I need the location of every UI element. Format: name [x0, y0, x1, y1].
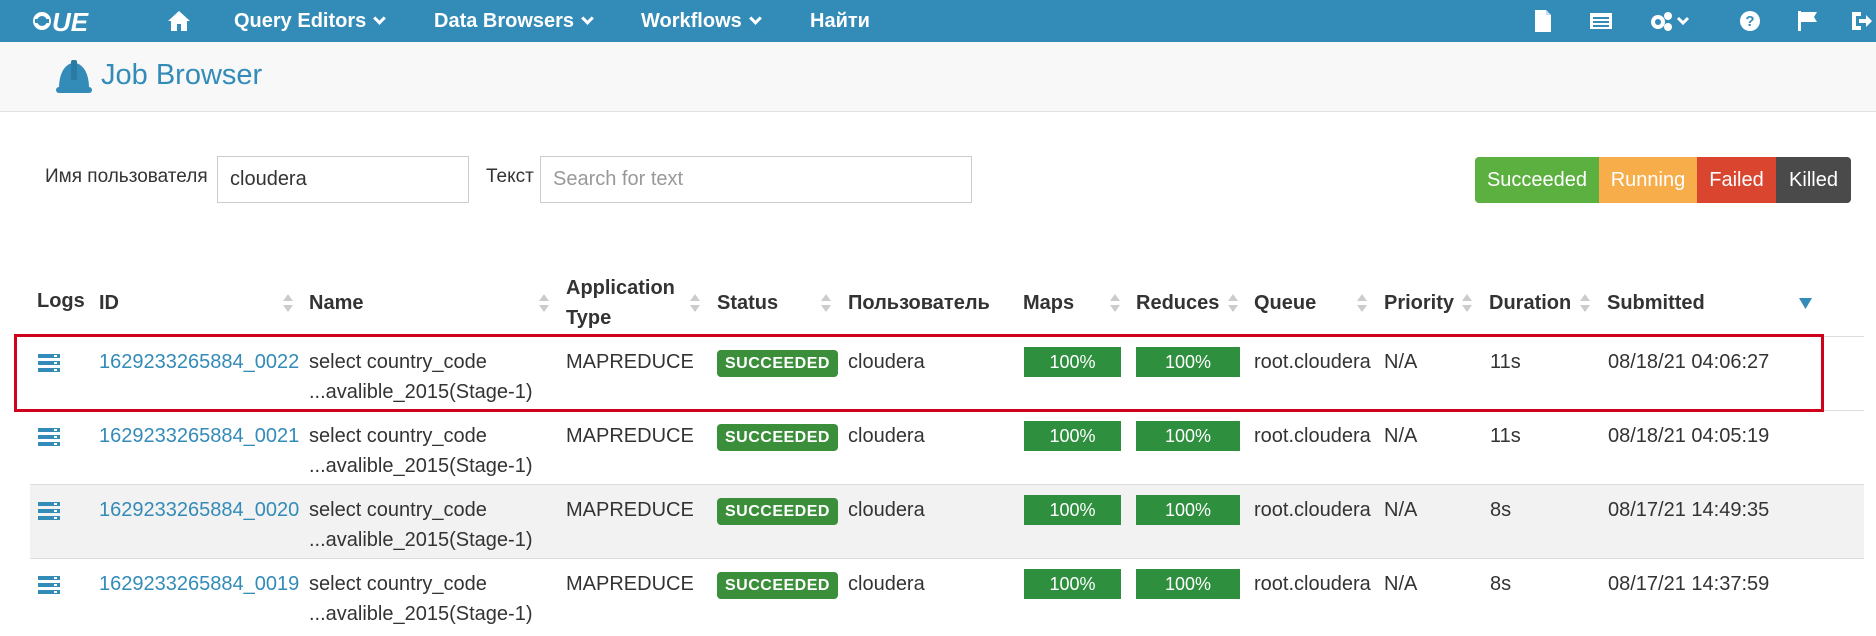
- column-header-status[interactable]: Status: [717, 288, 778, 318]
- hard-hat-icon: [56, 60, 92, 93]
- username-label: Имя пользователя: [45, 166, 208, 187]
- column-header-reduces[interactable]: Reduces: [1136, 288, 1219, 318]
- job-user: cloudera: [848, 425, 925, 447]
- svg-text:?: ?: [1745, 13, 1754, 30]
- reduces-progress: 100%: [1136, 421, 1240, 451]
- job-queue: root.cloudera: [1254, 573, 1371, 595]
- logs-icon[interactable]: [38, 576, 60, 594]
- job-id-link[interactable]: 1629233265884_0020: [99, 495, 299, 525]
- job-user: cloudera: [848, 499, 925, 521]
- sort-icon[interactable]: [1580, 294, 1590, 312]
- maps-progress: 100%: [1024, 421, 1121, 451]
- job-priority: N/A: [1384, 499, 1418, 521]
- page-header: Job Browser: [0, 42, 1876, 112]
- logout-icon[interactable]: [1849, 9, 1873, 33]
- logs-icon[interactable]: [38, 428, 60, 446]
- job-duration: 11s: [1490, 425, 1521, 447]
- column-header-user[interactable]: Пользователь: [848, 288, 990, 318]
- table-row[interactable]: 1629233265884_0020 select country_code..…: [30, 484, 1864, 558]
- status-badge: SUCCEEDED: [717, 498, 838, 525]
- column-header-maps[interactable]: Maps: [1023, 288, 1074, 318]
- job-type: MAPREDUCE: [566, 425, 694, 447]
- job-submitted: 08/17/21 14:49:35: [1608, 499, 1770, 521]
- nav-search[interactable]: Найти: [810, 0, 870, 42]
- job-duration: 8s: [1490, 573, 1512, 595]
- table-row[interactable]: 1629233265884_0021 select country_code..…: [30, 410, 1864, 484]
- filter-failed-button[interactable]: Failed: [1697, 157, 1776, 203]
- top-navbar: UE Query Editors Data Browsers Workflows…: [0, 0, 1876, 42]
- nav-workflows[interactable]: Workflows: [641, 0, 762, 42]
- job-queue: root.cloudera: [1254, 499, 1371, 521]
- hue-logo[interactable]: UE: [32, 7, 122, 35]
- maps-progress: 100%: [1024, 569, 1121, 599]
- sort-icon[interactable]: [539, 294, 549, 312]
- chevron-down-icon: [581, 12, 594, 25]
- job-queue: root.cloudera: [1254, 425, 1371, 447]
- maps-progress: 100%: [1024, 495, 1121, 525]
- column-header-app-type[interactable]: Application Type: [566, 273, 675, 333]
- column-header-logs: Logs: [37, 290, 85, 312]
- svg-text:UE: UE: [52, 7, 89, 35]
- job-type: MAPREDUCE: [566, 573, 694, 595]
- flag-icon[interactable]: [1796, 9, 1820, 33]
- text-label: Текст: [486, 166, 534, 187]
- column-header-duration[interactable]: Duration: [1489, 288, 1571, 318]
- page-title: Job Browser: [101, 59, 263, 91]
- list-icon[interactable]: [1589, 9, 1613, 33]
- sort-icon[interactable]: [1110, 294, 1120, 312]
- sort-icon[interactable]: [283, 294, 293, 312]
- column-header-id[interactable]: ID: [99, 288, 119, 318]
- filter-killed-button[interactable]: Killed: [1776, 157, 1851, 203]
- status-badge: SUCCEEDED: [717, 424, 838, 451]
- job-priority: N/A: [1384, 573, 1418, 595]
- filter-running-button[interactable]: Running: [1599, 157, 1697, 203]
- reduces-progress: 100%: [1136, 495, 1240, 525]
- reduces-progress: 100%: [1136, 569, 1240, 599]
- job-submitted: 08/18/21 04:05:19: [1608, 425, 1770, 447]
- sort-icon[interactable]: [1462, 294, 1472, 312]
- job-priority: N/A: [1384, 425, 1418, 447]
- job-duration: 8s: [1490, 499, 1512, 521]
- nav-data-browsers[interactable]: Data Browsers: [434, 0, 594, 42]
- home-icon[interactable]: [167, 9, 191, 33]
- sort-icon[interactable]: [1228, 294, 1238, 312]
- job-id-link[interactable]: 1629233265884_0019: [99, 569, 299, 599]
- username-input[interactable]: cloudera: [217, 156, 469, 203]
- column-header-name[interactable]: Name: [309, 288, 363, 318]
- job-id-link[interactable]: 1629233265884_0021: [99, 421, 299, 451]
- job-user: cloudera: [848, 573, 925, 595]
- help-icon[interactable]: ?: [1738, 9, 1762, 33]
- chevron-down-icon: [748, 12, 762, 25]
- job-name: select country_code ...avalible_2015(Stag…: [309, 499, 533, 551]
- table-row[interactable]: 1629233265884_0019 select country_code..…: [30, 558, 1864, 632]
- column-header-submitted[interactable]: Submitted: [1607, 288, 1705, 318]
- sort-icon[interactable]: [690, 294, 700, 312]
- job-type: MAPREDUCE: [566, 499, 694, 521]
- job-name: select country_code ...avalible_2015(Stag…: [309, 573, 533, 625]
- job-submitted: 08/17/21 14:37:59: [1608, 573, 1770, 595]
- cogs-icon[interactable]: [1649, 9, 1691, 33]
- status-badge: SUCCEEDED: [717, 572, 838, 599]
- sort-icon[interactable]: [821, 294, 831, 312]
- file-icon[interactable]: [1533, 9, 1553, 33]
- column-header-queue[interactable]: Queue: [1254, 288, 1316, 318]
- filter-succeeded-button[interactable]: Succeeded: [1475, 157, 1599, 203]
- column-header-priority[interactable]: Priority: [1384, 288, 1454, 318]
- nav-query-editors[interactable]: Query Editors: [234, 0, 387, 42]
- highlight-box: [14, 334, 1824, 412]
- logs-icon[interactable]: [38, 502, 60, 520]
- job-name: select country_code ...avalible_2015(Stag…: [309, 425, 533, 477]
- sort-icon[interactable]: [1357, 294, 1367, 312]
- chevron-down-icon: [373, 12, 387, 25]
- text-search-input[interactable]: Search for text: [540, 156, 972, 203]
- sort-desc-icon[interactable]: [1799, 298, 1812, 309]
